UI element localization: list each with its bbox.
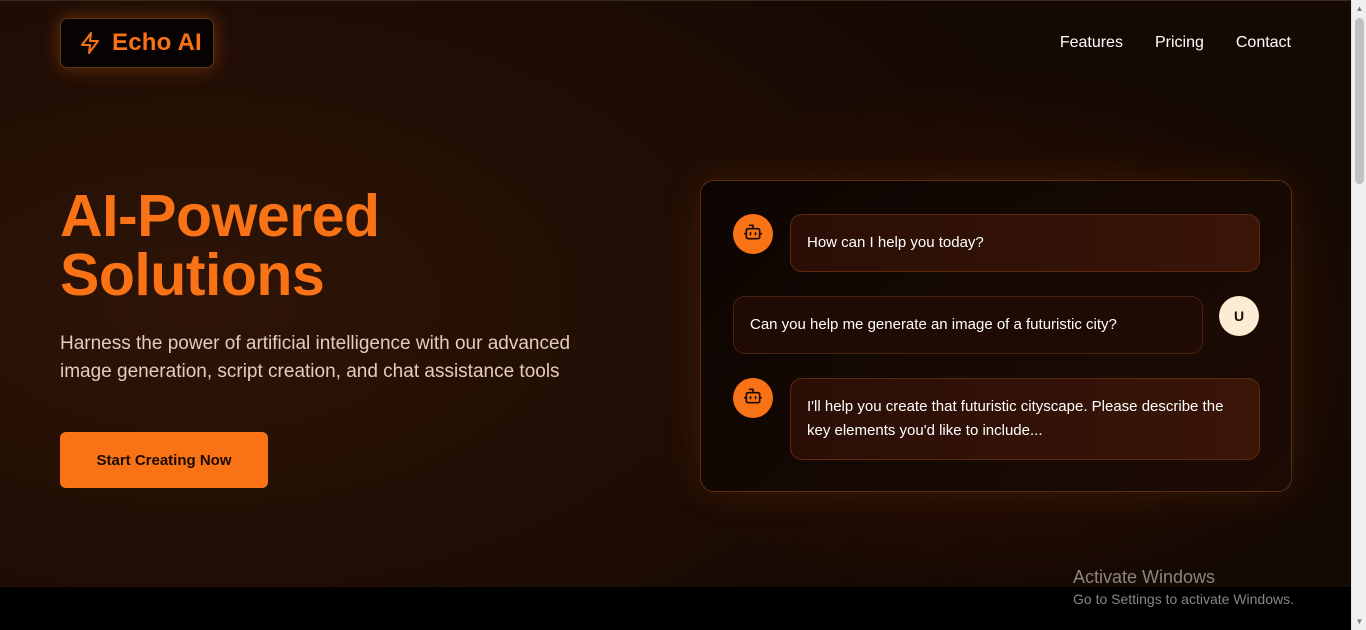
nav-link-contact[interactable]: Contact xyxy=(1236,34,1291,52)
logo-text: Echo AI xyxy=(112,29,202,56)
logo[interactable]: Echo AI xyxy=(60,18,214,68)
robot-icon xyxy=(743,386,763,411)
chat-preview-card: How can I help you today? Can you help m… xyxy=(700,180,1292,492)
scroll-down-arrow-icon[interactable]: ▼ xyxy=(1352,613,1366,630)
main-nav: Features Pricing Contact xyxy=(1060,34,1291,52)
robot-icon xyxy=(743,222,763,247)
user-avatar: U xyxy=(1219,296,1259,336)
scroll-up-arrow-icon[interactable]: ▲ xyxy=(1352,0,1366,17)
scrollbar-thumb[interactable] xyxy=(1355,18,1364,184)
bottom-bar: Go to Settings to activate Windows. xyxy=(0,587,1351,630)
bot-avatar xyxy=(733,214,773,254)
activate-windows-subtitle: Go to Settings to activate Windows. xyxy=(1073,591,1294,607)
bot-avatar xyxy=(733,378,773,418)
hero-title-line-1: AI-Powered xyxy=(60,183,380,249)
hero-subtitle: Harness the power of artificial intellig… xyxy=(60,333,571,382)
vertical-scrollbar[interactable]: ▲ ▼ xyxy=(1351,0,1366,630)
chat-message-bot: How can I help you today? xyxy=(790,214,1260,272)
chat-message-text: Can you help me generate an image of a f… xyxy=(750,316,1117,333)
chat-message-text: I'll help you create that futuristic cit… xyxy=(807,398,1224,439)
page-background: Echo AI Features Pricing Contact AI-Powe… xyxy=(0,0,1351,587)
activate-windows-title: Activate Windows xyxy=(1073,567,1216,587)
nav-link-features[interactable]: Features xyxy=(1060,34,1123,52)
nav-link-pricing[interactable]: Pricing xyxy=(1155,34,1204,52)
lightning-bolt-icon xyxy=(78,31,102,55)
hero-title-line-2: Solutions xyxy=(60,242,325,308)
chat-message-user: Can you help me generate an image of a f… xyxy=(733,296,1203,354)
chat-message-text: How can I help you today? xyxy=(807,234,984,251)
chat-message-bot: I'll help you create that futuristic cit… xyxy=(790,378,1260,460)
start-creating-button[interactable]: Start Creating Now xyxy=(60,432,268,488)
hero-title: AI-Powered Solutions xyxy=(60,187,620,305)
